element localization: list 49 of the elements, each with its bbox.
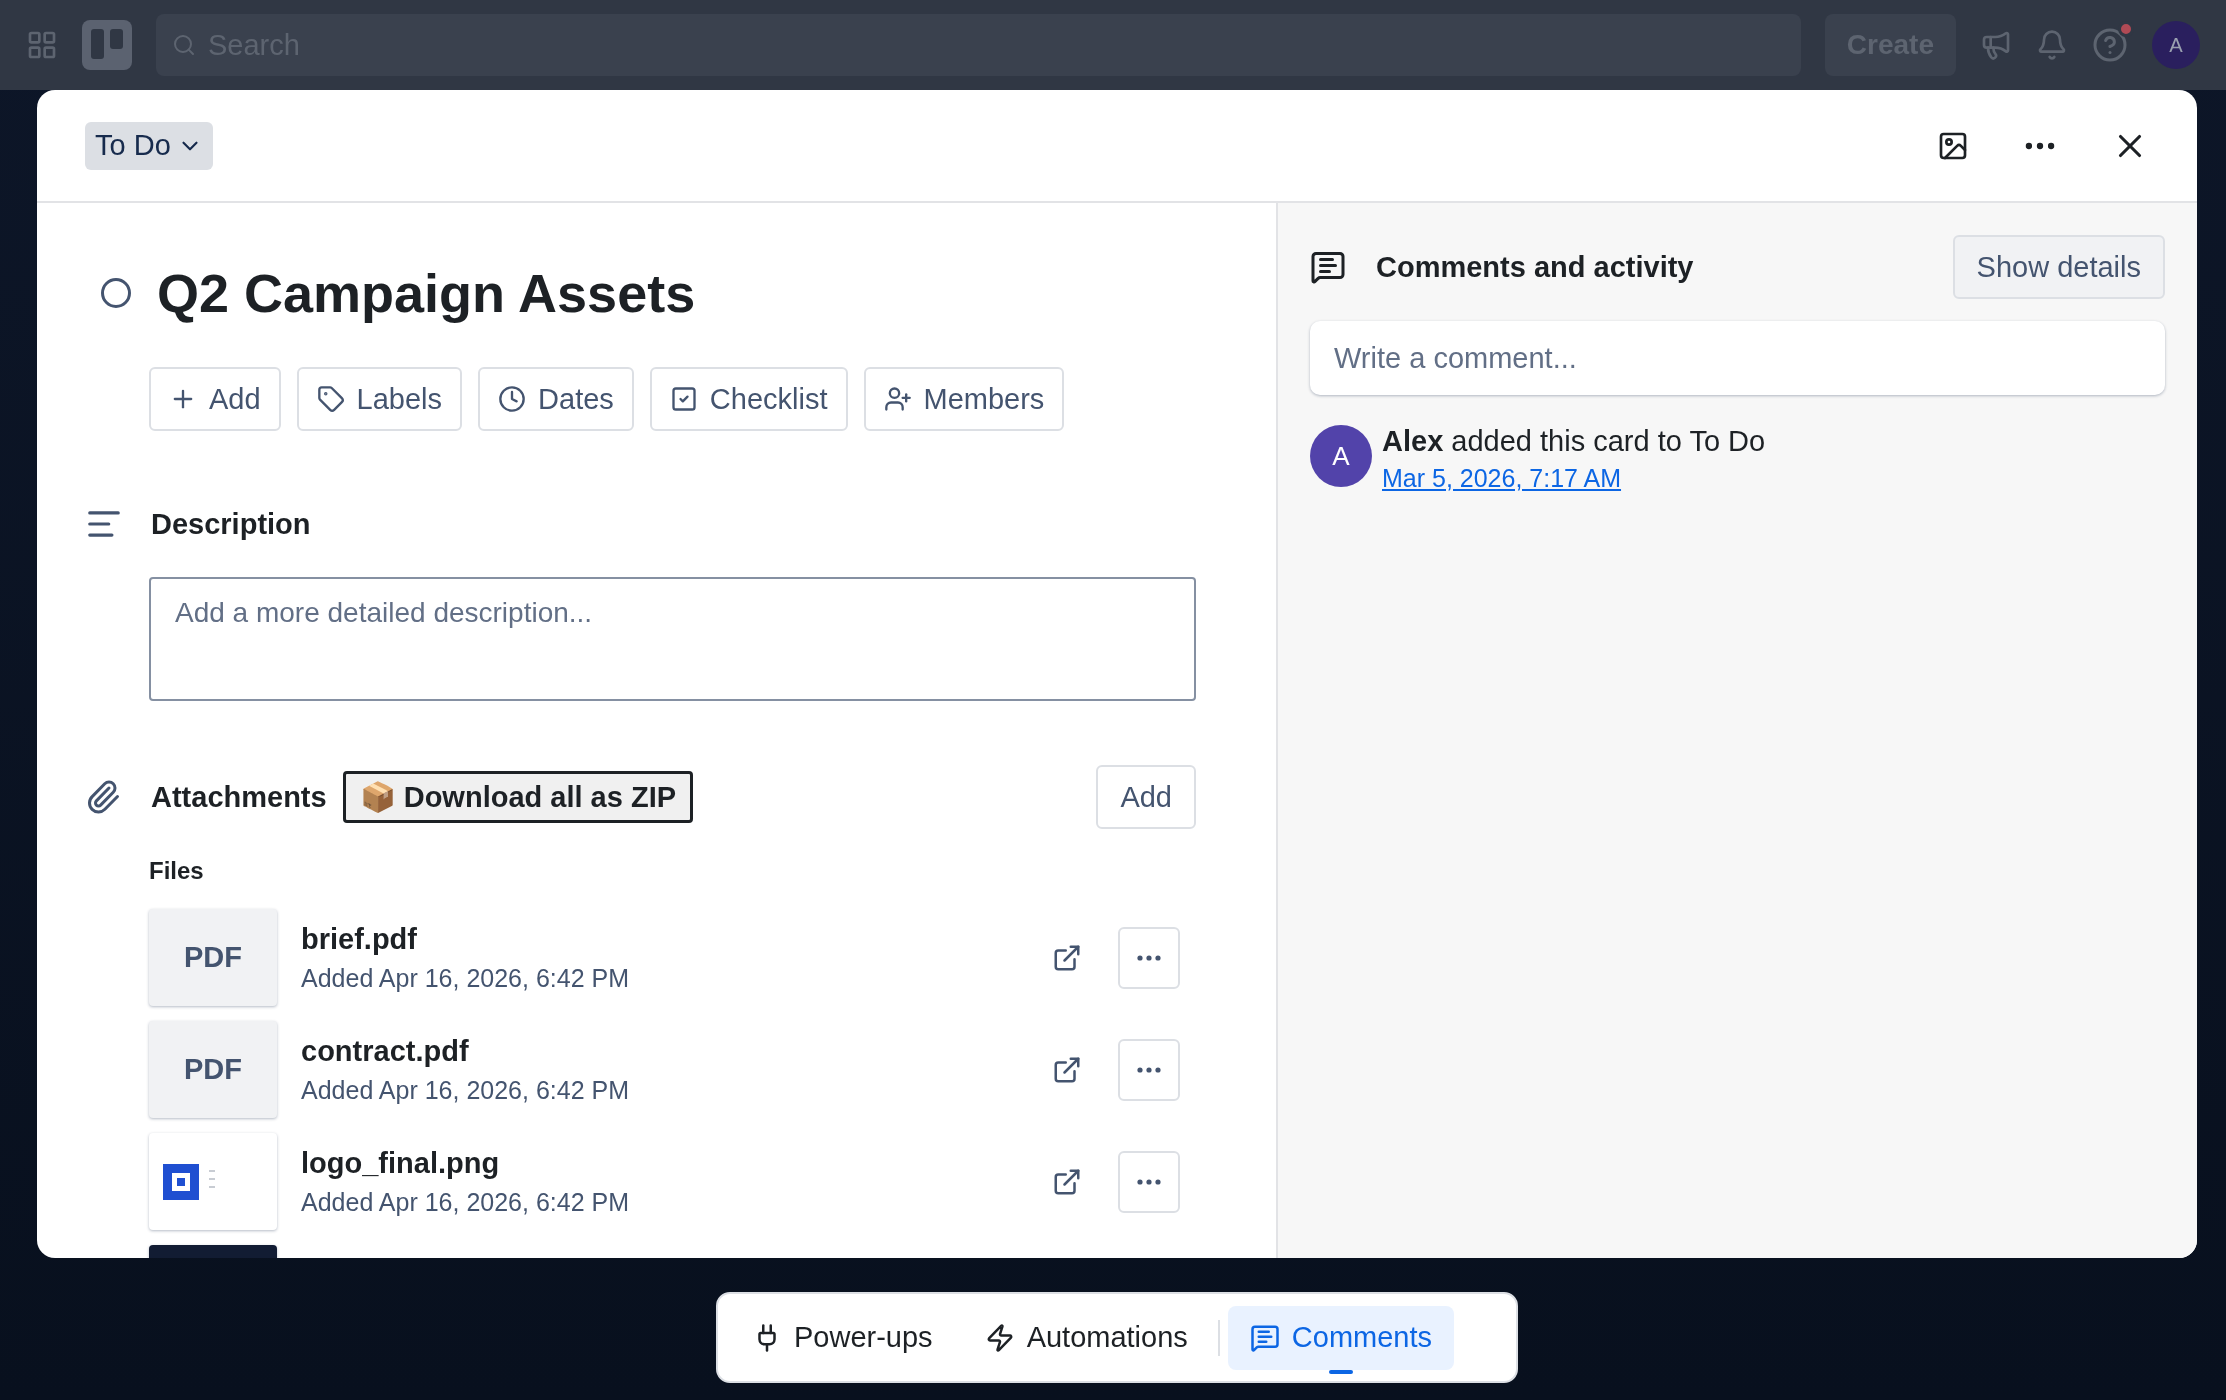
bottom-tab[interactable]: Automations bbox=[962, 1305, 1210, 1370]
apps-grid-icon[interactable] bbox=[26, 29, 58, 61]
complete-checkbox[interactable] bbox=[101, 278, 131, 308]
clock-icon bbox=[498, 385, 527, 413]
file-thumbnail: PDF bbox=[149, 909, 277, 1006]
action-button[interactable]: Dates bbox=[478, 367, 634, 431]
file-date: Added Apr 16, 2026, 6:42 PM bbox=[301, 1187, 630, 1217]
list-dropdown[interactable]: To Do bbox=[85, 121, 213, 170]
paperclip-icon bbox=[85, 779, 121, 815]
file-date: Added Apr 16, 2026, 6:42 PM bbox=[301, 1075, 630, 1105]
file-thumbnail: PDF bbox=[149, 1021, 277, 1118]
section-heading: Comments and activity bbox=[1376, 250, 1694, 284]
more-button[interactable] bbox=[1118, 1038, 1180, 1101]
card-title: Q2 Campaign Assets bbox=[157, 262, 696, 324]
search-icon bbox=[172, 33, 196, 57]
bell-icon[interactable] bbox=[2036, 29, 2068, 61]
more-button[interactable] bbox=[1118, 926, 1180, 989]
files-heading: Files bbox=[149, 857, 205, 885]
add-attachment-button[interactable]: Add bbox=[1096, 765, 1196, 829]
comment-field[interactable]: Write a comment... bbox=[1310, 321, 2165, 395]
more-button[interactable] bbox=[1118, 1150, 1180, 1213]
action-button[interactable]: Checklist bbox=[649, 367, 848, 431]
more-icon bbox=[1137, 954, 1161, 961]
help-icon[interactable] bbox=[2092, 27, 2128, 63]
checkbox-icon bbox=[669, 385, 698, 413]
megaphone-icon[interactable] bbox=[1980, 29, 2012, 61]
section-heading: Description bbox=[151, 507, 311, 541]
activity-text: Alex added this card to To Do bbox=[1382, 425, 1766, 458]
section-heading: Attachments bbox=[151, 780, 327, 814]
logo-icon[interactable] bbox=[82, 20, 132, 70]
file-name[interactable]: contract.pdf bbox=[301, 1034, 1024, 1068]
comment-icon bbox=[1310, 249, 1346, 285]
show-details-button[interactable]: Show details bbox=[1952, 235, 2165, 299]
description-field[interactable]: Add a more detailed description... bbox=[149, 577, 1196, 701]
action-button[interactable]: Members bbox=[863, 367, 1065, 431]
file-name[interactable]: logo_final.png bbox=[301, 1146, 1024, 1180]
more-icon bbox=[1137, 1066, 1161, 1073]
action-button[interactable]: Labels bbox=[296, 367, 463, 431]
file-name[interactable]: brief.pdf bbox=[301, 922, 1024, 956]
download-zip-button[interactable]: 📦 Download all as ZIP bbox=[342, 771, 694, 823]
avatar[interactable]: A bbox=[2152, 21, 2200, 69]
action-button[interactable]: Add bbox=[149, 367, 281, 431]
file-date: Added Apr 16, 2026, 6:42 PM bbox=[301, 963, 630, 993]
timestamp-link[interactable]: Mar 5, 2026, 7:17 AM bbox=[1382, 464, 1766, 493]
avatar: A bbox=[1310, 425, 1372, 487]
bottom-tab[interactable]: Power-ups bbox=[730, 1305, 955, 1370]
tag-icon bbox=[316, 385, 345, 413]
more-icon bbox=[1137, 1178, 1161, 1185]
add-person-icon bbox=[883, 385, 912, 413]
